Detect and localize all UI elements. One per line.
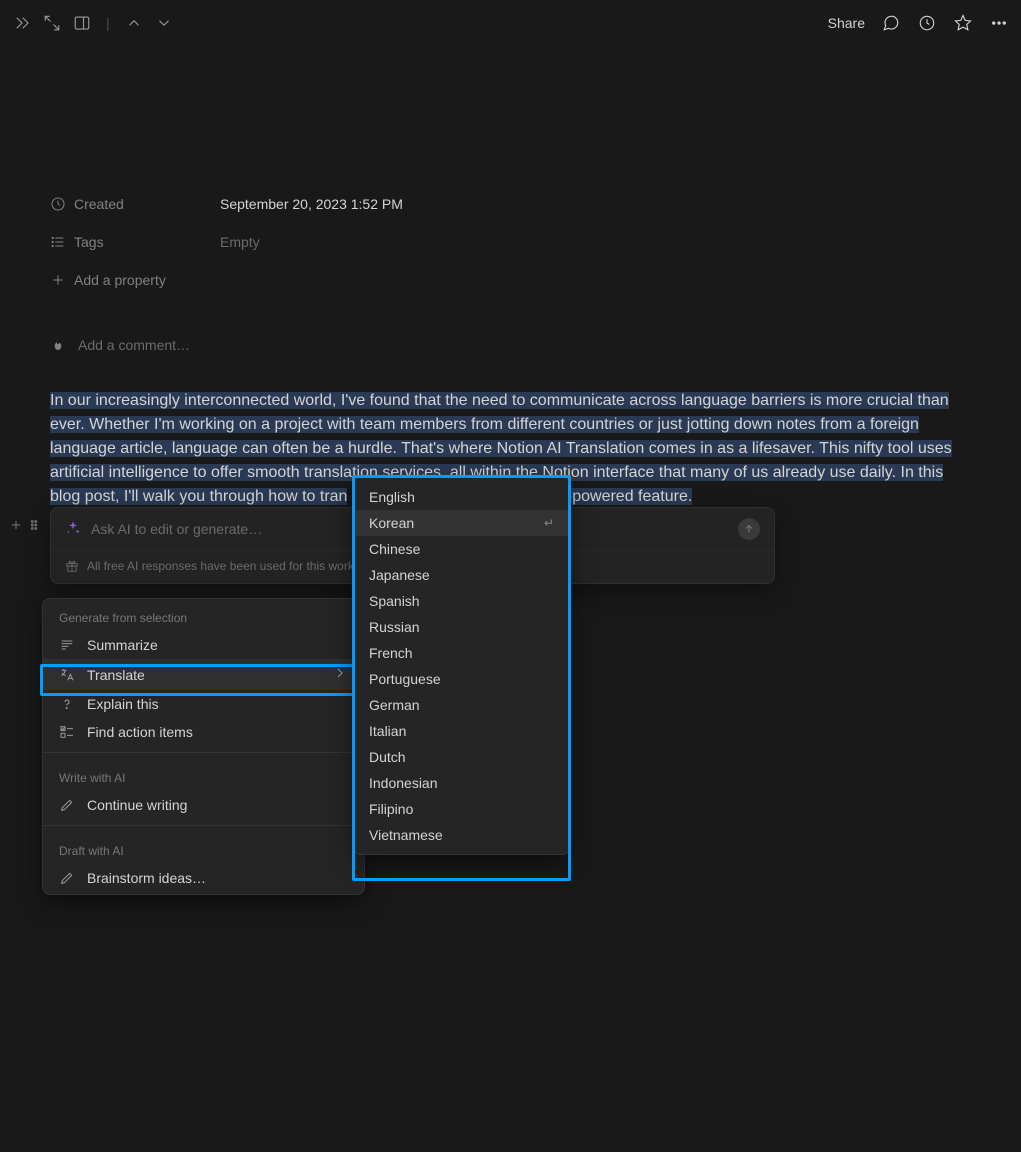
block-handles[interactable] xyxy=(9,518,41,532)
lang-option-spanish[interactable]: Spanish xyxy=(355,588,568,614)
lang-option-vietnamese[interactable]: Vietnamese xyxy=(355,822,568,848)
sparkle-icon xyxy=(65,520,81,539)
more-dots-icon[interactable] xyxy=(989,13,1009,33)
add-property-button[interactable]: Add a property xyxy=(50,261,971,299)
prop-value: September 20, 2023 1:52 PM xyxy=(220,196,403,212)
checklist-icon xyxy=(59,724,75,740)
add-property-label: Add a property xyxy=(74,272,166,288)
star-icon[interactable] xyxy=(953,13,973,33)
pencil-icon xyxy=(59,797,75,813)
menu-section-generate: Generate from selection xyxy=(43,599,364,631)
menu-continue-writing[interactable]: Continue writing xyxy=(43,791,364,819)
chevron-right-icon xyxy=(332,665,348,684)
comment-placeholder: Add a comment… xyxy=(78,337,190,353)
menu-section-write: Write with AI xyxy=(43,759,364,791)
drag-handle-icon[interactable] xyxy=(27,518,41,532)
prop-label: Created xyxy=(74,196,124,212)
menu-summarize[interactable]: Summarize xyxy=(43,631,364,659)
expand-chevrons-icon[interactable] xyxy=(12,13,32,33)
plus-icon xyxy=(50,272,66,288)
plus-icon[interactable] xyxy=(9,518,23,532)
lang-option-french[interactable]: French xyxy=(355,640,568,666)
fire-icon xyxy=(50,336,66,355)
menu-brainstorm[interactable]: Brainstorm ideas… xyxy=(43,864,364,892)
translate-language-menu: EnglishKorean↵ChineseJapaneseSpanishRuss… xyxy=(354,477,569,855)
comment-bubble-icon[interactable] xyxy=(881,13,901,33)
lang-option-indonesian[interactable]: Indonesian xyxy=(355,770,568,796)
menu-action-items[interactable]: Find action items xyxy=(43,718,364,746)
clock-icon xyxy=(50,196,66,212)
topbar: | Share xyxy=(0,0,1021,45)
prop-value: Empty xyxy=(220,234,260,250)
lang-option-russian[interactable]: Russian xyxy=(355,614,568,640)
peek-panel-icon[interactable] xyxy=(72,13,92,33)
summarize-icon xyxy=(59,637,75,653)
ai-context-menu: Generate from selection Summarize Transl… xyxy=(42,598,365,895)
share-button[interactable]: Share xyxy=(828,15,865,31)
lang-option-chinese[interactable]: Chinese xyxy=(355,536,568,562)
add-comment[interactable]: Add a comment… xyxy=(50,329,971,361)
ai-submit-button[interactable] xyxy=(738,518,760,540)
lang-option-dutch[interactable]: Dutch xyxy=(355,744,568,770)
menu-section-draft: Draft with AI xyxy=(43,832,364,864)
lang-option-portuguese[interactable]: Portuguese xyxy=(355,666,568,692)
lang-option-english[interactable]: English xyxy=(355,484,568,510)
gift-icon xyxy=(65,559,79,573)
pencil-icon xyxy=(59,870,75,886)
ai-notice-text: All free AI responses have been used for… xyxy=(87,559,360,573)
expand-diagonal-icon[interactable] xyxy=(42,13,62,33)
menu-explain[interactable]: Explain this xyxy=(43,690,364,718)
menu-translate[interactable]: Translate xyxy=(43,659,364,690)
body-text-after: I-powered feature. xyxy=(562,488,692,505)
lang-option-japanese[interactable]: Japanese xyxy=(355,562,568,588)
lang-option-korean[interactable]: Korean↵ xyxy=(355,510,568,536)
question-icon xyxy=(59,696,75,712)
prev-up-icon[interactable] xyxy=(124,13,144,33)
property-created[interactable]: Created September 20, 2023 1:52 PM xyxy=(50,185,971,223)
clock-icon[interactable] xyxy=(917,13,937,33)
lang-option-german[interactable]: German xyxy=(355,692,568,718)
lang-option-filipino[interactable]: Filipino xyxy=(355,796,568,822)
list-icon xyxy=(50,234,66,250)
prop-label: Tags xyxy=(74,234,104,250)
separator: | xyxy=(106,15,110,31)
next-down-icon[interactable] xyxy=(154,13,174,33)
lang-option-italian[interactable]: Italian xyxy=(355,718,568,744)
enter-key-icon: ↵ xyxy=(544,516,554,530)
property-tags[interactable]: Tags Empty xyxy=(50,223,971,261)
translate-icon xyxy=(59,667,75,683)
